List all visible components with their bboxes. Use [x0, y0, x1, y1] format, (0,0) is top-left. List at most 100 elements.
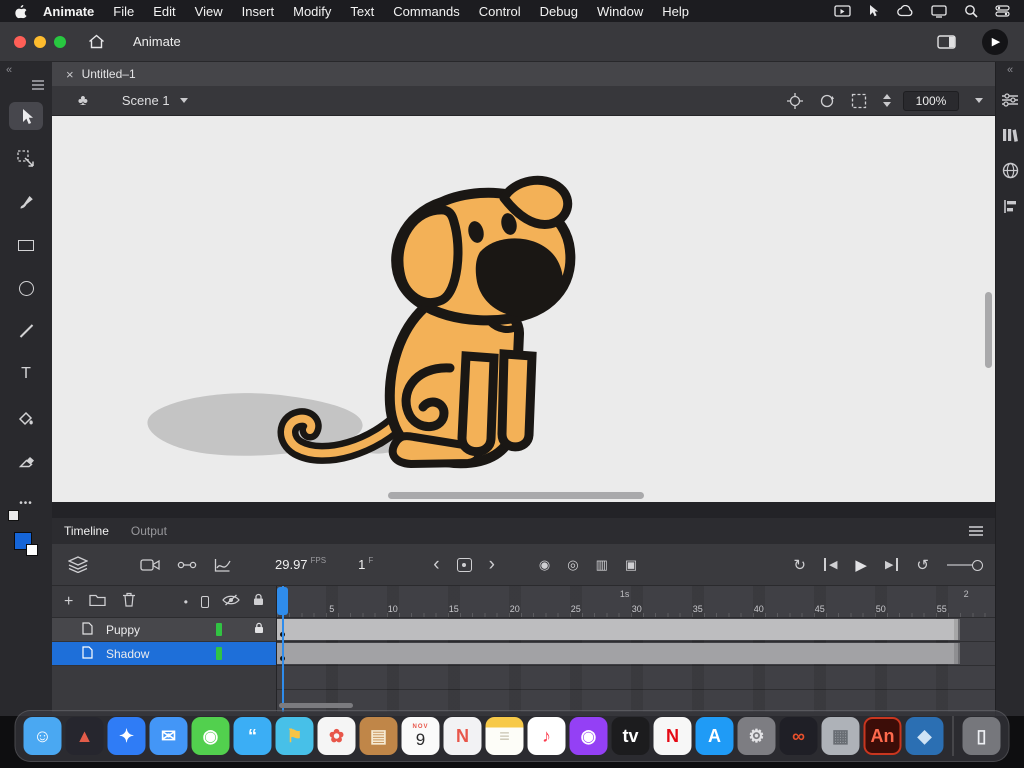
stage-horizontal-scrollbar[interactable] [388, 492, 644, 499]
layer-parenting-icon[interactable] [177, 559, 197, 571]
rotate-stage-icon[interactable] [819, 93, 835, 109]
camera-icon[interactable] [140, 558, 160, 572]
stage-canvas[interactable] [52, 116, 995, 502]
toolbar-menu-icon[interactable] [32, 78, 44, 92]
menu-item-help[interactable]: Help [662, 4, 689, 19]
collapse-left-panel-icon[interactable]: « [6, 64, 12, 76]
loop-frames-icon[interactable]: ▣ [625, 557, 637, 573]
dock-safari[interactable]: ✦ [107, 717, 146, 755]
dock-tv[interactable]: tv [611, 717, 650, 755]
stage-vertical-scrollbar[interactable] [985, 292, 992, 368]
cc-libraries-panel-icon[interactable] [1002, 162, 1019, 182]
menu-item-edit[interactable]: Edit [153, 4, 175, 19]
symbol-clover-icon[interactable]: ♣ [78, 92, 88, 109]
dock-music[interactable]: ♪ [527, 717, 566, 755]
frame-row-shadow[interactable] [277, 642, 995, 666]
brush-tool[interactable] [9, 188, 43, 216]
home-icon[interactable] [88, 34, 105, 49]
dock-podcasts[interactable]: ◉ [569, 717, 608, 755]
center-stage-icon[interactable] [787, 92, 803, 109]
go-to-first-frame-button[interactable]: ◀ [823, 558, 837, 571]
document-tab[interactable]: × Untitled–1 [52, 62, 150, 86]
menu-item-modify[interactable]: Modify [293, 4, 331, 19]
next-frame-button[interactable]: › [489, 555, 495, 574]
show-hide-column-icon[interactable] [222, 593, 240, 611]
apple-menu-icon[interactable] [14, 4, 27, 19]
panel-menu-icon[interactable] [969, 524, 983, 538]
timeline-horizontal-scrollbar[interactable] [279, 703, 353, 708]
layer-color-chip[interactable] [216, 647, 222, 660]
layer-depth-graph-icon[interactable] [214, 558, 231, 572]
onion-skin-outline-icon[interactable]: ◎ [567, 557, 578, 573]
dock-news[interactable]: N [443, 717, 482, 755]
timeline-zoom-slider[interactable] [947, 559, 983, 571]
clip-content-icon[interactable] [851, 93, 867, 109]
screen-mirroring-icon[interactable] [834, 4, 851, 18]
spotlight-search-icon[interactable] [964, 4, 978, 18]
dock-calendar[interactable]: NOV 9 [401, 717, 440, 755]
scene-dropdown-chevron-icon[interactable] [179, 98, 188, 103]
menu-item-view[interactable]: View [195, 4, 223, 19]
highlight-column-icon[interactable]: • [184, 595, 188, 609]
zoom-dropdown-chevron-icon[interactable] [975, 98, 983, 103]
dock-adobe-animate[interactable]: An [863, 717, 902, 755]
layers-view-icon[interactable] [68, 556, 88, 573]
dock-finder[interactable]: ☺ [23, 717, 62, 755]
align-panel-icon[interactable] [1003, 199, 1018, 217]
window-minimize-button[interactable] [34, 35, 46, 48]
dock-facetime[interactable]: ◉ [191, 717, 230, 755]
window-title-bar[interactable]: Animate ▶ [0, 22, 1024, 62]
window-close-button[interactable] [14, 35, 26, 48]
menu-item-commands[interactable]: Commands [393, 4, 459, 19]
current-frame-display[interactable]: 1F [358, 556, 373, 574]
frame-span-shadow[interactable] [277, 643, 961, 664]
workspace-layout-icon[interactable] [937, 34, 956, 49]
onion-skin-icon[interactable]: ◉ [539, 557, 550, 573]
layer-lock-icon[interactable] [254, 622, 276, 637]
outline-column-icon[interactable] [201, 595, 209, 608]
dock-mail[interactable]: ✉ [149, 717, 188, 755]
menu-item-window[interactable]: Window [597, 4, 643, 19]
dock-maps[interactable]: ⚑ [275, 717, 314, 755]
library-panel-icon[interactable] [1002, 127, 1018, 145]
menu-item-control[interactable]: Control [479, 4, 521, 19]
dock-trash[interactable]: ▯ [962, 717, 1001, 755]
reset-timeline-icon[interactable]: ↺ [916, 556, 929, 574]
dock-notes[interactable]: ≡ [485, 717, 524, 755]
paint-bucket-tool[interactable] [9, 403, 43, 431]
layer-row-puppy[interactable]: Puppy [52, 618, 276, 642]
creative-cloud-menu-icon[interactable] [897, 5, 914, 17]
tab-timeline[interactable]: Timeline [64, 524, 109, 538]
display-icon[interactable] [931, 4, 947, 18]
menu-item-file[interactable]: File [113, 4, 134, 19]
delete-layer-button[interactable] [122, 592, 136, 612]
oval-tool[interactable] [9, 274, 43, 302]
test-movie-play-button[interactable]: ▶ [982, 28, 1008, 55]
dock-parallels[interactable]: ◆ [905, 717, 944, 755]
playhead[interactable] [277, 586, 289, 712]
dock-messages[interactable]: “ [233, 717, 272, 755]
control-center-icon[interactable] [995, 5, 1010, 17]
text-tool[interactable]: T [9, 360, 43, 388]
line-tool[interactable] [9, 317, 43, 345]
dock-app-store[interactable]: A [695, 717, 734, 755]
free-transform-tool[interactable] [9, 145, 43, 173]
workspace-tab-animate[interactable]: Animate [133, 34, 181, 49]
collapse-right-panel-icon[interactable]: « [1007, 64, 1013, 76]
rectangle-tool[interactable] [9, 231, 43, 259]
stroke-color-chip[interactable] [8, 510, 19, 521]
dock-books[interactable]: ▤ [359, 717, 398, 755]
tab-output[interactable]: Output [131, 524, 167, 538]
loop-playback-icon[interactable]: ↻ [793, 556, 806, 574]
panel-resize-divider[interactable] [52, 502, 995, 518]
close-document-icon[interactable]: × [66, 67, 74, 82]
timeline-ruler[interactable]: 5 10 15 20 25 30 35 40 45 50 55 [277, 602, 995, 618]
menu-item-insert[interactable]: Insert [242, 4, 275, 19]
play-button[interactable]: ▶ [855, 556, 867, 574]
window-zoom-button[interactable] [54, 35, 66, 48]
frame-rate-display[interactable]: 29.97 FPS [275, 556, 326, 574]
layer-row-shadow[interactable]: Shadow [52, 642, 276, 666]
layer-color-chip[interactable] [216, 623, 222, 636]
menu-item-debug[interactable]: Debug [540, 4, 578, 19]
edit-multiple-frames-icon[interactable]: ▥ [596, 557, 608, 573]
